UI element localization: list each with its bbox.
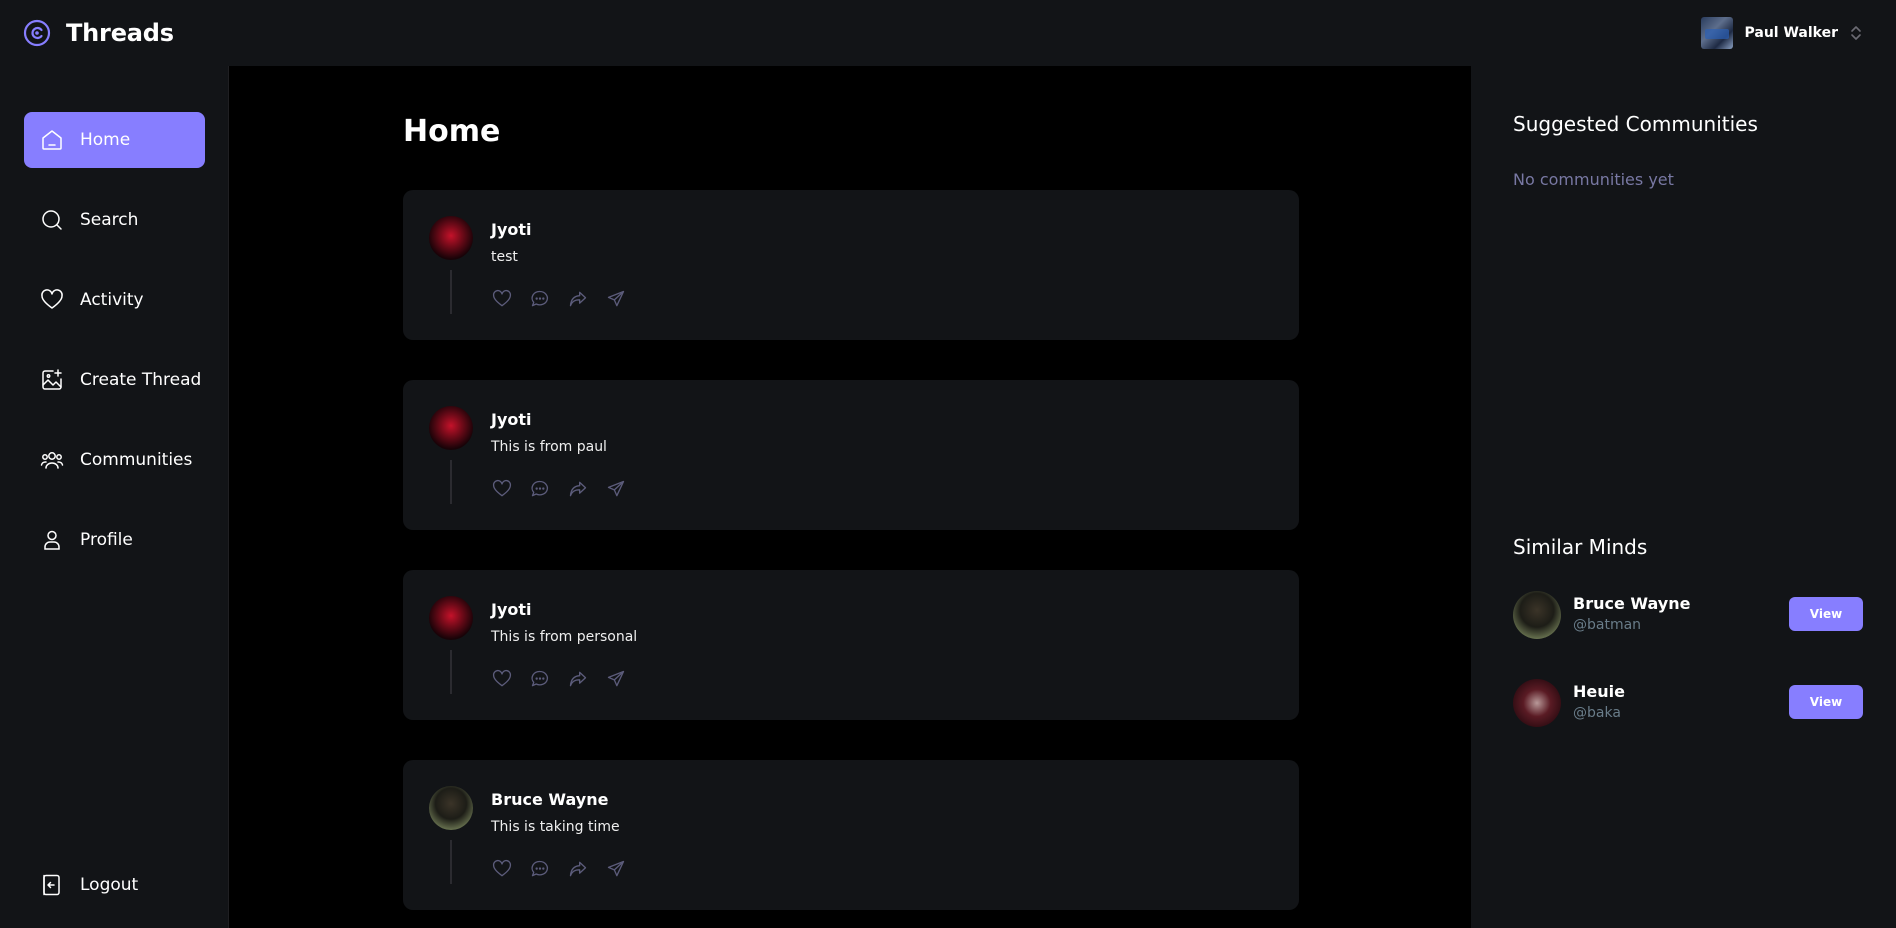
thread-text: This is taking time [491, 819, 620, 835]
top-bar: Threads Paul Walker [0, 0, 1896, 66]
avatar[interactable] [1513, 679, 1561, 727]
logout-button[interactable]: Logout [24, 857, 205, 913]
thread-actions [491, 478, 627, 500]
suggested-communities-title: Suggested Communities [1513, 112, 1758, 136]
sidebar-item-search[interactable]: Search [24, 192, 205, 248]
main-feed: Home Jyoti test Jyoti This is from paul [230, 66, 1471, 928]
like-icon[interactable] [491, 668, 513, 690]
repost-icon[interactable] [567, 478, 589, 500]
sidebar-item-profile[interactable]: Profile [24, 512, 205, 568]
chevron-up-down-icon [1850, 24, 1862, 42]
sidebar-item-communities[interactable]: Communities [24, 432, 205, 488]
user-card-handle: @batman [1573, 617, 1642, 633]
send-icon[interactable] [605, 858, 627, 880]
sidebar-item-label: Create Thread [80, 370, 202, 390]
thread-author[interactable]: Jyoti [491, 410, 532, 429]
thread-card[interactable]: Jyoti This is from personal [403, 570, 1299, 720]
avatar[interactable] [429, 406, 473, 450]
search-icon [40, 208, 64, 232]
user-icon [40, 528, 64, 552]
brand[interactable]: Threads [22, 18, 174, 48]
home-icon [40, 128, 64, 152]
page-title: Home [403, 114, 501, 149]
user-name: Paul Walker [1744, 25, 1839, 41]
user-card: Heuie @baka View [1513, 679, 1863, 729]
similar-minds-title: Similar Minds [1513, 535, 1648, 559]
thread-connector-line [450, 270, 452, 314]
logout-icon [40, 873, 64, 897]
avatar[interactable] [429, 786, 473, 830]
avatar [1700, 17, 1733, 49]
thread-author[interactable]: Bruce Wayne [491, 790, 608, 809]
user-switcher[interactable]: Paul Walker [1700, 17, 1863, 49]
no-communities-text: No communities yet [1513, 170, 1674, 189]
view-user-button[interactable]: View [1789, 685, 1863, 719]
threads-logo-icon [22, 18, 52, 48]
like-icon[interactable] [491, 478, 513, 500]
user-card-name: Heuie [1573, 682, 1625, 701]
thread-actions [491, 288, 627, 310]
left-sidebar: Home Search Activity Create Thread Commu… [0, 66, 229, 928]
users-icon [40, 448, 64, 472]
thread-author[interactable]: Jyoti [491, 220, 532, 239]
thread-actions [491, 668, 627, 690]
user-card-handle: @baka [1573, 705, 1621, 721]
sidebar-item-label: Profile [80, 530, 133, 550]
thread-card[interactable]: Bruce Wayne This is taking time [403, 760, 1299, 910]
heart-icon [40, 288, 64, 312]
sidebar-item-label: Activity [80, 290, 144, 310]
thread-text: This is from paul [491, 439, 607, 455]
thread-connector-line [450, 650, 452, 694]
reply-icon[interactable] [529, 288, 551, 310]
repost-icon[interactable] [567, 858, 589, 880]
reply-icon[interactable] [529, 668, 551, 690]
thread-card[interactable]: Jyoti test [403, 190, 1299, 340]
reply-icon[interactable] [529, 858, 551, 880]
send-icon[interactable] [605, 668, 627, 690]
user-card: Bruce Wayne @batman View [1513, 591, 1863, 641]
send-icon[interactable] [605, 478, 627, 500]
sidebar-item-home[interactable]: Home [24, 112, 205, 168]
avatar[interactable] [1513, 591, 1561, 639]
send-icon[interactable] [605, 288, 627, 310]
reply-icon[interactable] [529, 478, 551, 500]
like-icon[interactable] [491, 858, 513, 880]
logout-label: Logout [80, 875, 139, 895]
repost-icon[interactable] [567, 668, 589, 690]
thread-connector-line [450, 460, 452, 504]
avatar[interactable] [429, 216, 473, 260]
like-icon[interactable] [491, 288, 513, 310]
thread-card[interactable]: Jyoti This is from paul [403, 380, 1299, 530]
right-sidebar: Suggested Communities No communities yet… [1471, 66, 1896, 928]
thread-text: This is from personal [491, 629, 638, 645]
thread-connector-line [450, 840, 452, 884]
thread-text: test [491, 249, 518, 265]
thread-actions [491, 858, 627, 880]
view-user-button[interactable]: View [1789, 597, 1863, 631]
sidebar-item-activity[interactable]: Activity [24, 272, 205, 328]
user-card-name: Bruce Wayne [1573, 594, 1691, 613]
sidebar-item-label: Search [80, 210, 139, 230]
create-image-icon [40, 368, 64, 392]
app-name: Threads [66, 19, 174, 47]
thread-author[interactable]: Jyoti [491, 600, 532, 619]
avatar[interactable] [429, 596, 473, 640]
sidebar-item-create-thread[interactable]: Create Thread [24, 352, 205, 408]
sidebar-item-label: Home [80, 130, 131, 150]
repost-icon[interactable] [567, 288, 589, 310]
sidebar-item-label: Communities [80, 450, 193, 470]
